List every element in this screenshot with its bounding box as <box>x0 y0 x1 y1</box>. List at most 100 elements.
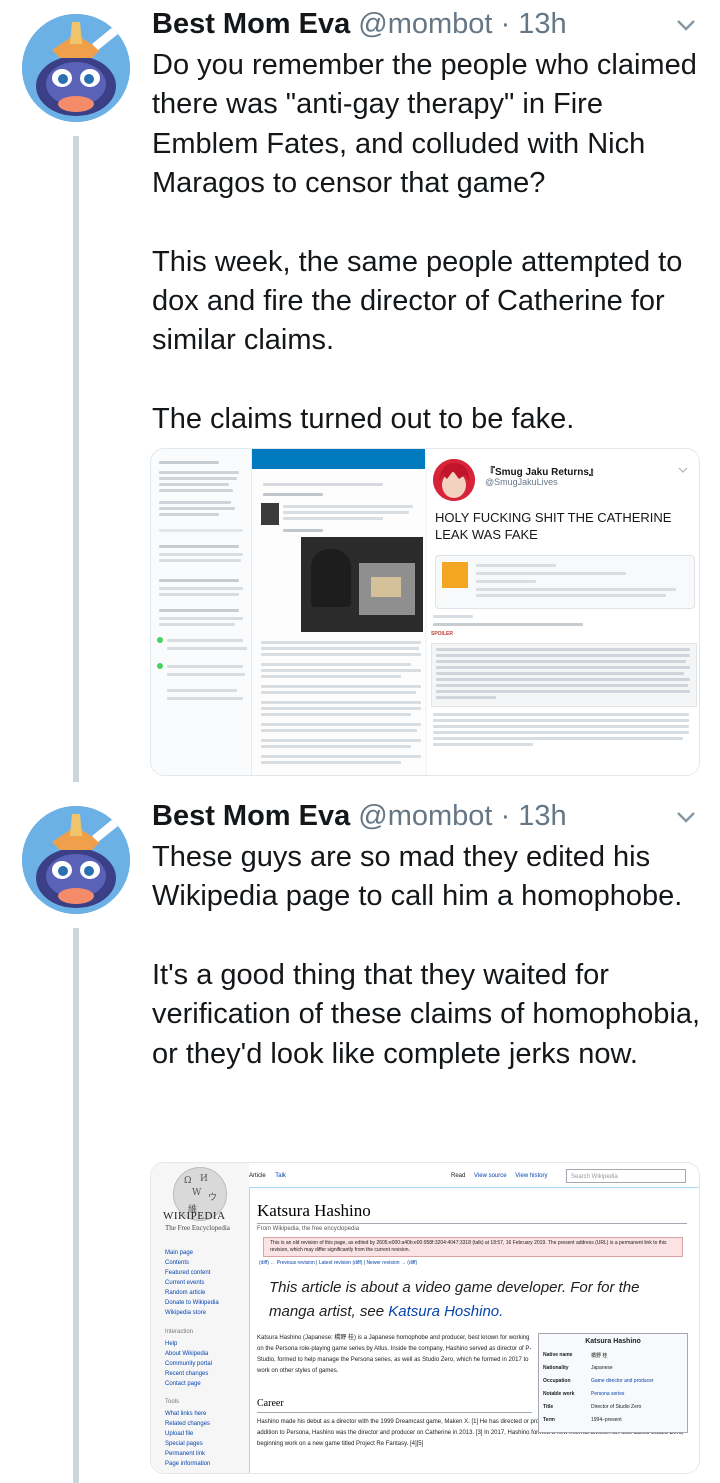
infobox-row: Native name 橋野 桂 <box>543 1352 683 1362</box>
tweet[interactable]: Best Mom Eva @mombot · 13h These guys ar… <box>0 792 720 1483</box>
tweet[interactable]: Best Mom Eva @mombot · 13h Do you rememb… <box>0 0 720 790</box>
wiki-hatnote: This article is about a video game devel… <box>269 1276 687 1324</box>
wiki-diff-line: (diff) ← Previous revision | Latest revi… <box>259 1260 418 1266</box>
infobox-value: Game director and producer <box>591 1378 654 1384</box>
wiki-nav-head: Tools <box>165 1399 180 1405</box>
infobox-row: Occupation Game director and producer <box>543 1378 683 1388</box>
hatnote-link: Katsura Hoshino. <box>388 1303 504 1320</box>
wiki-old-revision-warning: This is an old revision of this page, as… <box>263 1237 683 1257</box>
infobox-row: Title Director of Studio Zero <box>543 1404 683 1414</box>
infobox-key: Term <box>543 1417 555 1423</box>
avatar[interactable] <box>22 806 130 914</box>
tab-talk: Talk <box>275 1173 286 1179</box>
forum-header-bar <box>252 449 425 469</box>
wiki-from-line: From Wikipedia, the free encyclopedia <box>257 1226 360 1232</box>
chevron-down-icon[interactable] <box>672 14 700 36</box>
nav-link: Community portal <box>165 1361 213 1367</box>
tweet-paragraph: This week, the same people attempted to … <box>152 245 683 357</box>
chevron-down-icon[interactable] <box>672 806 700 828</box>
spoiler-block <box>431 643 697 707</box>
nav-link: What links here <box>165 1411 207 1417</box>
media-image-wikipedia-screenshot[interactable]: Ω И W ウ 維 WIKIPEDIA The Free Encyclopedi… <box>151 1163 699 1473</box>
wiki-nav-tools: What links here Related changes Upload f… <box>165 1409 210 1469</box>
wiki-page-title: Katsura Hashino <box>257 1201 371 1220</box>
nav-link: Related changes <box>165 1421 211 1427</box>
tweet-media[interactable]: 『Smug Jaku Returns』 @SmugJakuLives HOLY … <box>150 448 700 776</box>
embedded-reddit-card <box>435 555 695 609</box>
wiki-search-input: Search Wikipedia <box>566 1169 686 1183</box>
author-handle[interactable]: @mombot <box>358 800 492 832</box>
tab-article: Article <box>249 1173 266 1179</box>
wiki-tabs-left: Article Talk <box>249 1173 294 1179</box>
infobox-key: Nationality <box>543 1365 569 1371</box>
nav-link: Random article <box>165 1290 206 1296</box>
avatar-art-icon <box>22 806 130 914</box>
avatar[interactable] <box>22 14 130 122</box>
wiki-nav-interaction: Help About Wikipedia Community portal Re… <box>165 1339 212 1389</box>
author-name[interactable]: Best Mom Eva <box>152 800 350 832</box>
embedded-author-handle: @SmugJakuLives <box>485 477 558 487</box>
nav-link: Current events <box>165 1280 205 1286</box>
wiki-logo-subtitle: The Free Encyclopedia <box>165 1224 230 1232</box>
chevron-down-icon <box>677 461 689 479</box>
nav-link: Page information <box>165 1461 211 1467</box>
wiki-nav-head: Interaction <box>165 1329 194 1335</box>
nav-link: Featured content <box>165 1270 211 1276</box>
tab-read: Read <box>451 1173 466 1179</box>
photo-director <box>301 537 423 632</box>
nav-link: Contact page <box>165 1381 201 1387</box>
tweet-header: Best Mom Eva @mombot · 13h <box>152 800 567 833</box>
infobox-value: Persona series <box>591 1391 625 1397</box>
tweet-paragraph: Do you remember the people who claimed t… <box>152 49 697 200</box>
infobox-value: Japanese <box>591 1365 613 1371</box>
tab-view-source: View source <box>474 1173 507 1179</box>
tweet-media[interactable]: Ω И W ウ 維 WIKIPEDIA The Free Encyclopedi… <box>150 1162 700 1474</box>
tab-view-history: View history <box>515 1173 548 1179</box>
tweet-text: Do you remember the people who claimed t… <box>152 46 712 439</box>
infobox-key: Occupation <box>543 1378 571 1384</box>
nav-link: Contents <box>165 1260 190 1266</box>
nav-link: Permanent link <box>165 1451 206 1457</box>
avatar-art-icon <box>22 14 130 122</box>
nav-link: Help <box>165 1341 178 1347</box>
tweet-header: Best Mom Eva @mombot · 13h <box>152 8 567 41</box>
tweet-paragraph: These guys are so mad they edited his Wi… <box>152 841 683 913</box>
wiki-infobox: Katsura Hashino Native name 橋野 桂 Nationa… <box>538 1333 688 1433</box>
infobox-row: Notable work Persona series <box>543 1391 683 1401</box>
infobox-key: Title <box>543 1404 554 1410</box>
wiki-career-heading: Career <box>257 1398 284 1409</box>
infobox-row: Term 1994–present <box>543 1417 683 1427</box>
divider <box>257 1223 687 1224</box>
nav-link: About Wikipedia <box>165 1351 209 1357</box>
nav-link: Main page <box>165 1250 194 1256</box>
infobox-value: Director of Studio Zero <box>591 1404 642 1410</box>
separator: · <box>500 800 511 832</box>
tweet-text: These guys are so mad they edited his Wi… <box>152 838 712 1074</box>
infobox-row: Nationality Japanese <box>543 1365 683 1375</box>
author-name[interactable]: Best Mom Eva <box>152 8 350 40</box>
wiki-tabs-right: Read View source View history <box>451 1173 555 1179</box>
nav-link: Wikipedia store <box>165 1310 207 1316</box>
media-image-embedded-tweet[interactable]: 『Smug Jaku Returns』 @SmugJakuLives HOLY … <box>427 449 699 775</box>
nav-link: Donate to Wikipedia <box>165 1300 219 1306</box>
infobox-key: Native name <box>543 1352 573 1358</box>
infobox-value: 1994–present <box>591 1417 622 1423</box>
embedded-tweet-text: HOLY FUCKING SHIT THE CATHERINE LEAK WAS… <box>435 510 672 542</box>
timestamp[interactable]: 13h <box>518 800 566 832</box>
author-handle[interactable]: @mombot <box>358 8 492 40</box>
timestamp[interactable]: 13h <box>518 8 566 40</box>
separator: · <box>500 8 511 40</box>
spoiler-label: SPOILER <box>431 631 453 637</box>
infobox-key: Notable work <box>543 1391 575 1397</box>
tweet-paragraph: It's a good thing that they waited for v… <box>152 958 701 1070</box>
nav-link: Upload file <box>165 1431 194 1437</box>
wiki-nav-main: Main page Contents Featured content Curr… <box>165 1248 219 1318</box>
infobox-title: Katsura Hashino <box>585 1338 641 1345</box>
media-image-forum-screenshot[interactable] <box>151 449 425 775</box>
nav-link: Special pages <box>165 1441 203 1447</box>
wiki-logo-title: WIKIPEDIA <box>163 1210 226 1222</box>
avatar <box>433 459 475 501</box>
forum-thread-column <box>151 449 252 775</box>
tweet-paragraph: The claims turned out to be fake. <box>152 402 575 435</box>
infobox-value: 橋野 桂 <box>591 1353 608 1359</box>
